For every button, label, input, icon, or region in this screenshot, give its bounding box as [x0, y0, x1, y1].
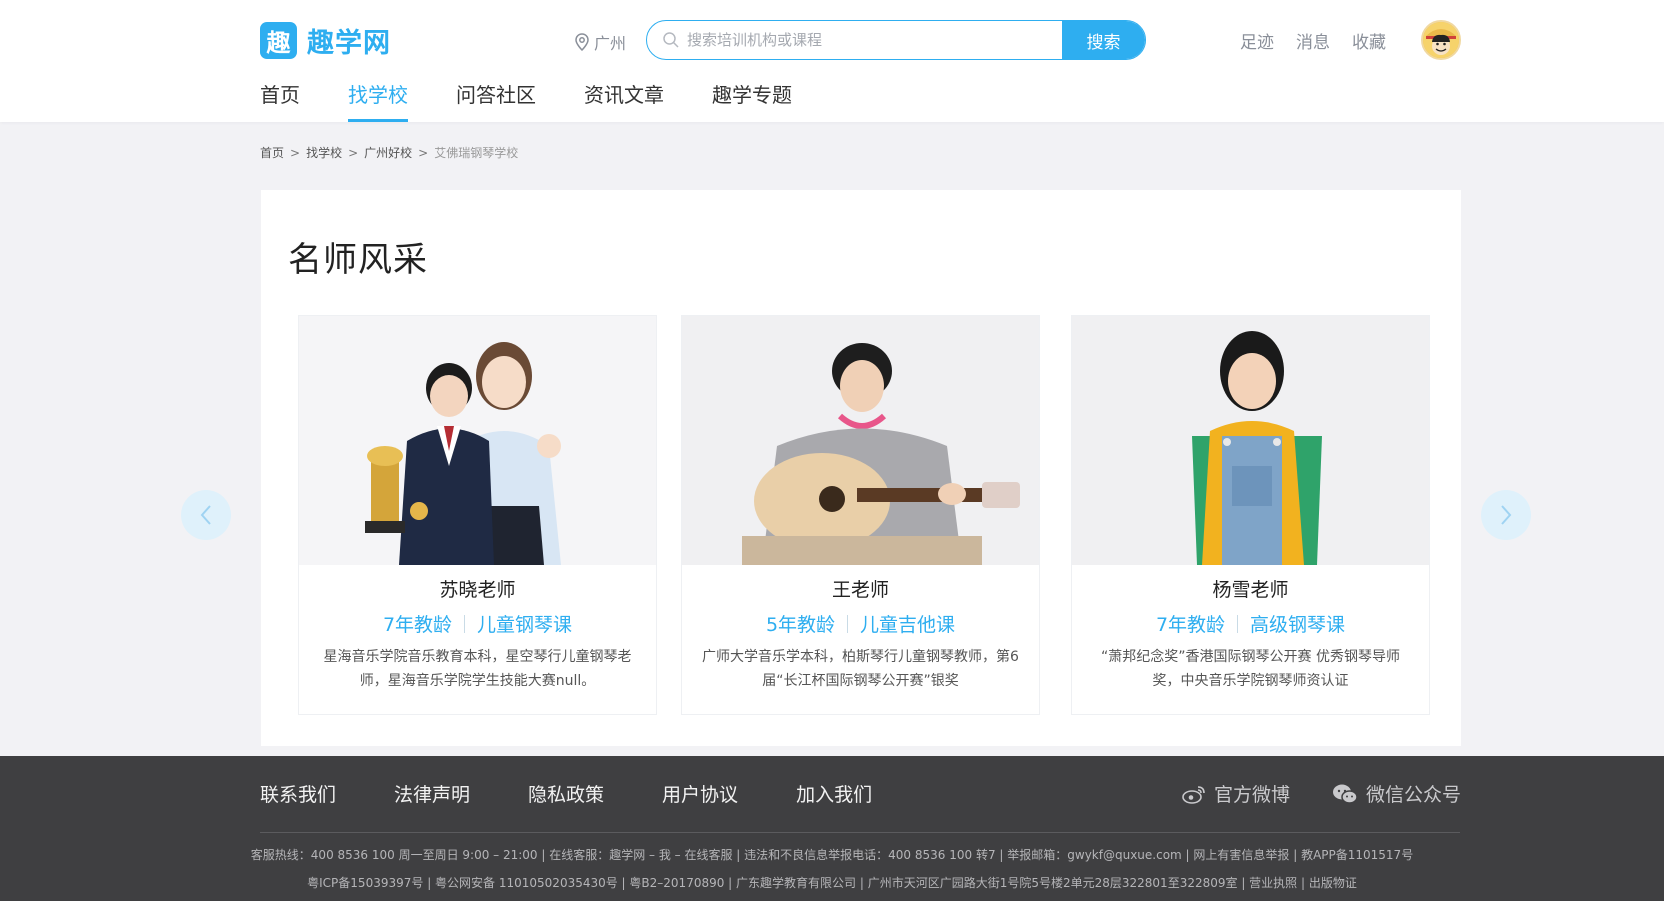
carousel-next-button[interactable] — [1481, 490, 1531, 540]
teacher-course: 儿童钢琴课 — [477, 614, 573, 636]
footer-link-contact[interactable]: 联系我们 — [260, 780, 336, 807]
messages-link[interactable]: 消息 — [1296, 28, 1330, 53]
teacher-years: 5年教龄 — [765, 614, 836, 636]
footer-link-join[interactable]: 加入我们 — [796, 780, 872, 807]
teacher-card[interactable]: 杨雪老师 7年教龄 高级钢琴课 “萧邦纪念奖”香港国际钢琴公开赛 优秀钢琴导师奖，… — [1071, 315, 1430, 715]
chevron-right-icon: > — [418, 145, 429, 160]
teacher-card[interactable]: 王老师 5年教龄 儿童吉他课 广师大学音乐学本科，柏斯琴行儿童钢琴教师，第6届“长… — [681, 315, 1040, 715]
footer-link-privacy[interactable]: 隐私政策 — [528, 780, 604, 807]
tab-qa-community[interactable]: 问答社区 — [456, 80, 536, 122]
site-logo[interactable]: 趣 趣学网 — [260, 21, 391, 60]
breadcrumb-current: 艾佛瑞钢琴学校 — [434, 146, 519, 160]
footer-info-line: 粤ICP备15039397号 | 粤公网安备 11010502035430号 |… — [307, 876, 1357, 890]
social-links: 官方微博 微信公众号 — [1140, 780, 1461, 807]
footer-links: 联系我们 法律声明 隐私政策 用户协议 加入我们 — [260, 780, 930, 807]
breadcrumb-city-schools[interactable]: 广州好校 — [364, 144, 412, 161]
footer-info-line: 客服热线：400 8536 100 周一至周日 9:00 – 21:00 | 在… — [250, 848, 1414, 862]
footer-link-terms[interactable]: 用户协议 — [662, 780, 738, 807]
city-label: 广州 — [594, 34, 627, 53]
avatar[interactable] — [1421, 20, 1461, 60]
search-bar: 搜索 — [646, 20, 1146, 60]
teacher-photo — [682, 316, 1039, 565]
footer-link-legal[interactable]: 法律声明 — [394, 780, 470, 807]
search-button[interactable]: 搜索 — [1062, 21, 1145, 59]
weibo-link[interactable]: 官方微博 — [1182, 780, 1290, 807]
teacher-years: 7年教龄 — [1155, 614, 1226, 636]
chevron-left-icon — [200, 505, 211, 525]
teacher-tags: 7年教龄 高级钢琴课 — [1072, 610, 1429, 637]
favorites-link[interactable]: 收藏 — [1352, 28, 1386, 53]
weibo-label: 官方微博 — [1213, 784, 1290, 806]
teacher-years: 7年教龄 — [382, 614, 453, 636]
teacher-tags: 7年教龄 儿童钢琴课 — [299, 610, 656, 637]
tab-home[interactable]: 首页 — [260, 80, 300, 122]
teacher-name: 苏晓老师 — [439, 579, 516, 601]
search-icon — [647, 21, 687, 59]
chevron-right-icon — [1501, 505, 1512, 525]
breadcrumb-home[interactable]: 首页 — [260, 144, 284, 161]
teachers-panel: 名师风采 苏晓老师 7年教龄 儿童钢琴课 星海音乐学院音乐教育本科，星空琴行儿童… — [261, 190, 1461, 746]
teacher-desc: 星海音乐学院音乐教育本科，星空琴行儿童钢琴老师，星海音乐学院学生技能大赛null… — [323, 649, 632, 689]
wechat-icon — [1332, 784, 1358, 804]
carousel-prev-button[interactable] — [181, 490, 231, 540]
city-selector[interactable]: 广州 — [574, 30, 626, 54]
weibo-icon — [1182, 785, 1205, 804]
breadcrumb-find-school[interactable]: 找学校 — [306, 144, 342, 161]
user-utils: 足迹 消息 收藏 — [1240, 28, 1408, 53]
footprint-link[interactable]: 足迹 — [1240, 28, 1274, 53]
teacher-course: 高级钢琴课 — [1250, 614, 1346, 636]
teacher-course: 儿童吉他课 — [860, 614, 956, 636]
section-title: 名师风采 — [288, 240, 428, 280]
tag-divider — [847, 615, 849, 633]
search-input[interactable] — [687, 21, 1062, 59]
teacher-card[interactable]: 苏晓老师 7年教龄 儿童钢琴课 星海音乐学院音乐教育本科，星空琴行儿童钢琴老师，星… — [298, 315, 657, 715]
site-footer: 联系我们 法律声明 隐私政策 用户协议 加入我们 官方微博 微信公众号 客服热线… — [0, 756, 1664, 901]
location-pin-icon — [575, 33, 589, 51]
logo-text: 趣学网 — [307, 28, 391, 59]
chevron-right-icon: > — [348, 145, 359, 160]
teacher-name: 王老师 — [831, 579, 889, 601]
teacher-photo — [299, 316, 656, 565]
teacher-desc: 广师大学音乐学本科，柏斯琴行儿童钢琴教师，第6届“长江杯国际钢琴公开赛”银奖 — [702, 649, 1019, 689]
site-header: 趣 趣学网 广州 搜索 足迹 消息 收藏 — [0, 0, 1664, 122]
tab-articles[interactable]: 资讯文章 — [584, 80, 664, 122]
main-nav: 首页 找学校 问答社区 资讯文章 趣学专题 — [260, 80, 840, 122]
footer-divider — [260, 832, 1460, 833]
teacher-photo — [1072, 316, 1429, 565]
teacher-desc: “萧邦纪念奖”香港国际钢琴公开赛 优秀钢琴导师奖，中央音乐学院钢琴师资认证 — [1101, 649, 1400, 689]
logo-icon: 趣 — [260, 22, 297, 59]
breadcrumb: 首页 > 找学校 > 广州好校 > 艾佛瑞钢琴学校 — [260, 144, 518, 161]
chevron-right-icon: > — [290, 145, 301, 160]
tab-find-school[interactable]: 找学校 — [348, 80, 408, 122]
tag-divider — [464, 615, 466, 633]
tag-divider — [1237, 615, 1239, 633]
teacher-name: 杨雪老师 — [1212, 579, 1289, 601]
teacher-tags: 5年教龄 儿童吉他课 — [682, 610, 1039, 637]
wechat-label: 微信公众号 — [1365, 784, 1461, 806]
tab-topics[interactable]: 趣学专题 — [712, 80, 792, 122]
wechat-link[interactable]: 微信公众号 — [1332, 780, 1461, 807]
